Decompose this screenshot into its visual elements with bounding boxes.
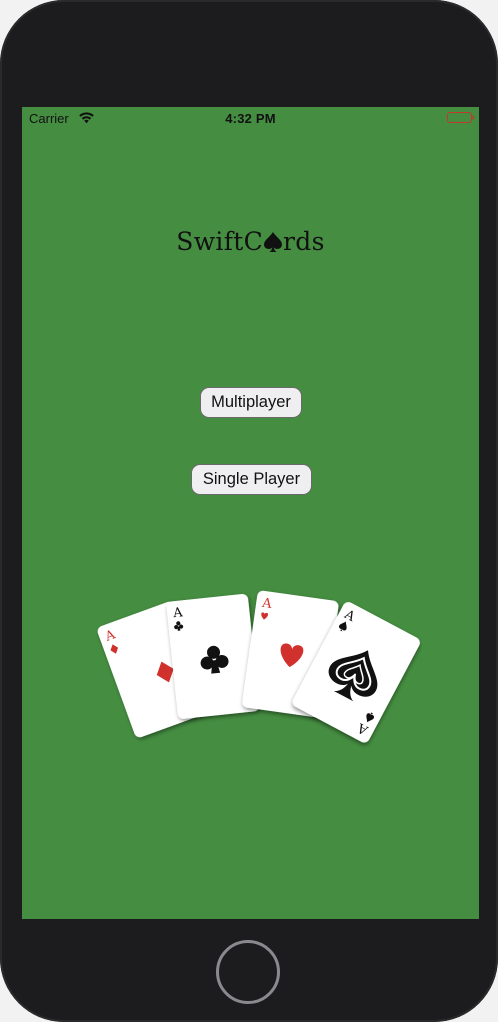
spade-icon: [264, 232, 283, 252]
status-bar: Carrier 4:32 PM: [22, 107, 479, 131]
app-logo: SwiftC rds: [22, 227, 479, 256]
status-time: 4:32 PM: [225, 111, 276, 126]
multiplayer-button[interactable]: Multiplayer: [200, 387, 302, 418]
phone-device-frame: Carrier 4:32 PM SwiftC rds Multiplayer S…: [0, 0, 498, 1022]
battery-icon: [447, 112, 475, 123]
single-player-button[interactable]: Single Player: [191, 464, 312, 495]
home-button[interactable]: [216, 940, 280, 1004]
app-screen: Carrier 4:32 PM SwiftC rds Multiplayer S…: [22, 107, 479, 919]
aces-card-fan-illustration: A A A A A: [97, 590, 420, 743]
logo-text-end: rds: [283, 227, 325, 256]
logo-text-start: SwiftC: [176, 227, 264, 256]
